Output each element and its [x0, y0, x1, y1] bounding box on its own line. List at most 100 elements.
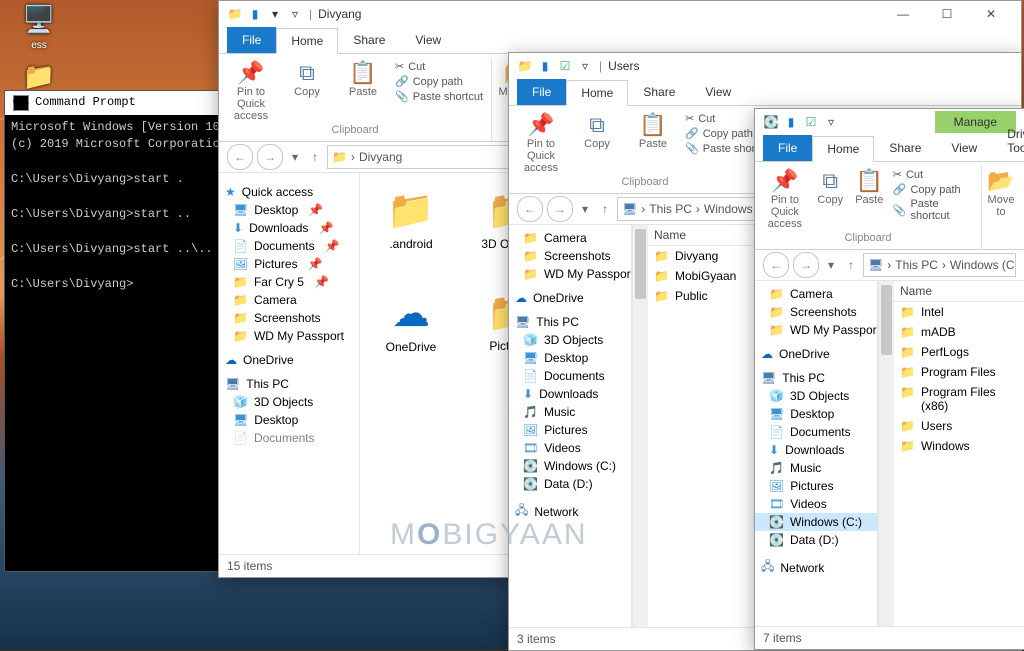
tab-view[interactable]: View: [936, 135, 992, 161]
column-header[interactable]: Name: [894, 281, 1024, 302]
command-prompt-window[interactable]: C:\ Command Prompt Microsoft Windows [Ve…: [4, 90, 242, 572]
nav-item[interactable]: 🧊3D Objects: [509, 331, 631, 349]
nav-item[interactable]: 🖥Desktop📌: [219, 201, 359, 219]
nav-item[interactable]: 📁WD My Passport: [755, 321, 877, 339]
folder-item[interactable]: 📁PerfLogs: [894, 342, 1024, 362]
nav-item[interactable]: 💽Data (D:): [509, 475, 631, 493]
nav-item[interactable]: 📄Documents: [755, 423, 877, 441]
titlebar[interactable]: 📁 ▮ ▾ ▿ | Divyang — ☐ ✕: [219, 1, 1021, 27]
tab-home[interactable]: Home: [276, 28, 338, 54]
nav-item[interactable]: 💽Data (D:): [755, 531, 877, 549]
paste-button[interactable]: 📋Paste: [854, 168, 885, 206]
paste-button[interactable]: 📋Paste: [629, 112, 677, 150]
nav-item[interactable]: 🖥Desktop: [219, 411, 359, 429]
this-pc-group[interactable]: 🖥This PC: [755, 369, 877, 387]
nav-item[interactable]: 🧊3D Objects: [219, 393, 359, 411]
nav-item[interactable]: ⬇Downloads: [509, 385, 631, 403]
forward-button[interactable]: →: [793, 252, 819, 278]
back-button[interactable]: ←: [517, 196, 543, 222]
nav-item[interactable]: 🖼Pictures: [509, 421, 631, 439]
qat-item[interactable]: ☑: [557, 58, 573, 74]
folder-item[interactable]: ☁OneDrive: [376, 291, 446, 354]
navigation-pane[interactable]: ★Quick access 🖥Desktop📌 ⬇Downloads📌 📄Doc…: [219, 173, 360, 554]
nav-item[interactable]: 📁Far Cry 5📌: [219, 273, 359, 291]
qat-item[interactable]: ▮: [783, 114, 799, 130]
terminal-output[interactable]: Microsoft Windows [Version 10. (c) 2019 …: [5, 115, 241, 297]
titlebar[interactable]: C:\ Command Prompt: [5, 91, 241, 115]
copy-button[interactable]: ⧉Copy: [283, 60, 331, 98]
nav-item[interactable]: 📁Camera: [219, 291, 359, 309]
close-button[interactable]: ✕: [969, 1, 1013, 27]
nav-item[interactable]: 📄Documents: [219, 429, 359, 447]
onedrive-group[interactable]: ☁OneDrive: [219, 351, 359, 369]
qat-overflow[interactable]: ▿: [287, 6, 303, 22]
copy-path-button[interactable]: 🔗Copy path: [893, 183, 973, 196]
paste-shortcut-button[interactable]: 📎Paste shortcut: [395, 90, 483, 103]
tab-view[interactable]: View: [690, 79, 746, 105]
maximize-button[interactable]: ☐: [925, 1, 969, 27]
nav-item[interactable]: 💽Windows (C:): [509, 457, 631, 475]
qat-item[interactable]: ▮: [247, 6, 263, 22]
nav-item[interactable]: 📁Camera: [509, 229, 631, 247]
nav-item[interactable]: 📁Screenshots: [509, 247, 631, 265]
onedrive-group[interactable]: ☁OneDrive: [509, 289, 631, 307]
tab-view[interactable]: View: [400, 27, 456, 53]
nav-item[interactable]: 🧊3D Objects: [755, 387, 877, 405]
paste-button[interactable]: 📋Paste: [339, 60, 387, 98]
nav-item[interactable]: 🖼Pictures📌: [219, 255, 359, 273]
back-button[interactable]: ←: [763, 252, 789, 278]
forward-button[interactable]: →: [257, 144, 283, 170]
nav-item[interactable]: 📁Screenshots: [755, 303, 877, 321]
nav-scrollbar[interactable]: [878, 281, 894, 626]
nav-item[interactable]: ⬇Downloads: [755, 441, 877, 459]
up-button[interactable]: ↑: [307, 145, 323, 169]
nav-item[interactable]: 📁WD My Passport: [509, 265, 631, 283]
tab-file[interactable]: File: [227, 27, 276, 53]
desktop-shortcut[interactable]: 🖥️ess: [4, 0, 74, 51]
breadcrumb[interactable]: 🖥 › This PC › Windows (C:): [863, 253, 1016, 277]
qat-overflow[interactable]: ▿: [577, 58, 593, 74]
navigation-pane[interactable]: 📁Camera 📁Screenshots 📁WD My Passport ☁On…: [755, 281, 878, 626]
folder-item[interactable]: 📁Program Files: [894, 362, 1024, 382]
cut-button[interactable]: ✂Cut: [395, 60, 483, 73]
this-pc-group[interactable]: 🖥This PC: [509, 313, 631, 331]
forward-button[interactable]: →: [547, 196, 573, 222]
nav-item[interactable]: 🖼Pictures: [755, 477, 877, 495]
tab-file[interactable]: File: [763, 135, 812, 161]
nav-item[interactable]: 🎵Music: [509, 403, 631, 421]
pin-quick-access-button[interactable]: 📌Pin to Quick access: [763, 168, 807, 230]
tab-home[interactable]: Home: [812, 136, 874, 162]
qat-item[interactable]: ▾: [267, 6, 283, 22]
nav-item[interactable]: 📄Documents: [509, 367, 631, 385]
copy-button[interactable]: ⧉Copy: [815, 168, 846, 206]
nav-item[interactable]: 📄Documents📌: [219, 237, 359, 255]
move-to-button[interactable]: 📂Move to: [984, 168, 1018, 218]
nav-item[interactable]: 🖥Desktop: [509, 349, 631, 367]
tab-file[interactable]: File: [517, 79, 566, 105]
content-pane[interactable]: Name 📁Intel 📁mADB 📁PerfLogs 📁Program Fil…: [894, 281, 1024, 626]
paste-shortcut-button[interactable]: 📎Paste shortcut: [893, 198, 973, 222]
nav-item[interactable]: 📁WD My Passport: [219, 327, 359, 345]
back-button[interactable]: ←: [227, 144, 253, 170]
navigation-pane[interactable]: 📁Camera 📁Screenshots 📁WD My Passport ☁On…: [509, 225, 632, 627]
titlebar[interactable]: 📁 ▮ ☑ ▿ | Users: [509, 53, 1021, 79]
qat-item[interactable]: ☑: [803, 114, 819, 130]
scroll-thumb[interactable]: [635, 229, 646, 299]
tab-drive-tools[interactable]: Drive Tools: [992, 121, 1024, 161]
tab-share[interactable]: Share: [338, 27, 400, 53]
minimize-button[interactable]: —: [881, 1, 925, 27]
recent-button[interactable]: ▾: [577, 197, 593, 221]
network-group[interactable]: 🖧Network: [755, 555, 877, 580]
tab-share[interactable]: Share: [874, 135, 936, 161]
network-group[interactable]: 🖧Network: [509, 499, 631, 524]
this-pc-group[interactable]: 🖥This PC: [219, 375, 359, 393]
nav-scrollbar[interactable]: [632, 225, 648, 627]
qat-item[interactable]: ▮: [537, 58, 553, 74]
folder-item[interactable]: 📁.android: [376, 189, 446, 251]
nav-item[interactable]: 🎵Music: [755, 459, 877, 477]
recent-button[interactable]: ▾: [823, 253, 839, 277]
copy-button[interactable]: ⧉Copy: [573, 112, 621, 150]
nav-item[interactable]: 🖥Desktop: [755, 405, 877, 423]
nav-item[interactable]: 💽Windows (C:): [755, 513, 877, 531]
folder-item[interactable]: 📁Windows: [894, 436, 1024, 456]
